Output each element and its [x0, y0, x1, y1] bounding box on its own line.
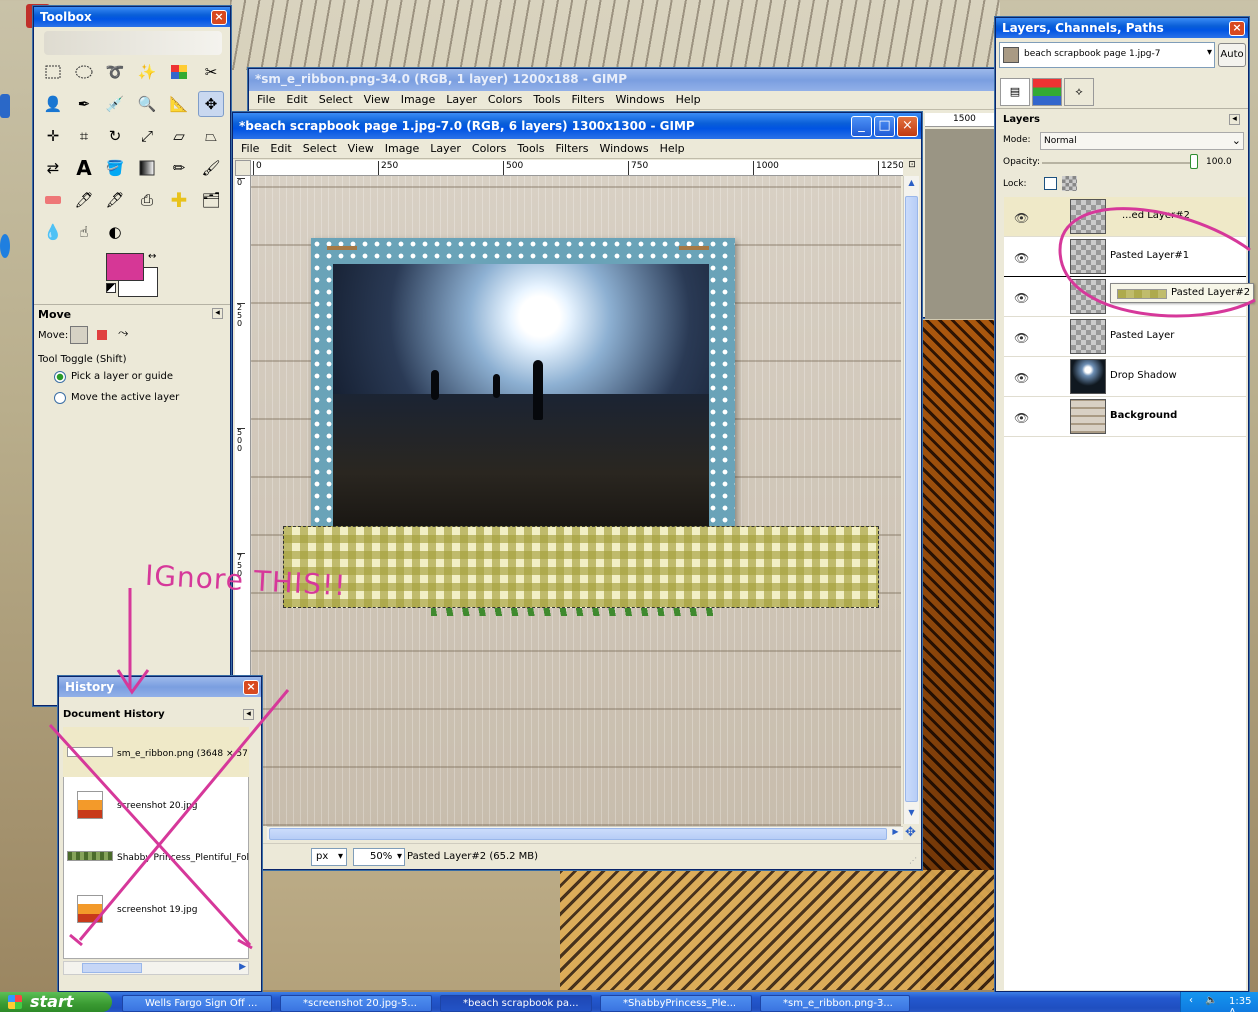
windows-logo-icon [8, 995, 22, 1009]
taskbar-item-label: *screenshot 20.jpg-5... [303, 998, 417, 1009]
annotation-overlay [48, 207, 1256, 950]
annotation-arrow [116, 588, 150, 695]
taskbar-item-label: *sm_e_ribbon.png-3... [783, 998, 893, 1009]
taskbar-item[interactable]: *sm_e_ribbon.png-3... [760, 995, 910, 1012]
taskbar-item[interactable]: *ShabbyPrincess_Ple... [600, 995, 752, 1012]
taskbar-item[interactable]: *beach scrapbook pa... [440, 995, 592, 1012]
taskbar-item-label: Wells Fargo Sign Off ... [145, 998, 258, 1009]
start-label: start [30, 992, 74, 1011]
speaker-icon[interactable]: 🔈 [1205, 995, 1217, 1006]
tray-chevron-icon[interactable]: ‹ [1189, 995, 1193, 1006]
annotation-cross [48, 689, 290, 950]
taskbar-item-label: *beach scrapbook pa... [463, 998, 579, 1009]
taskbar-item-label: *ShabbyPrincess_Ple... [623, 998, 737, 1009]
clock[interactable]: 1:35 A [1229, 996, 1251, 1012]
start-button[interactable]: start [0, 992, 112, 1012]
system-tray: ‹ 🔈 1:35 A [1180, 992, 1258, 1012]
annotation-circle [1058, 207, 1256, 318]
taskbar-item[interactable]: *screenshot 20.jpg-5... [280, 995, 432, 1012]
taskbar-item[interactable]: Wells Fargo Sign Off ... [122, 995, 272, 1012]
